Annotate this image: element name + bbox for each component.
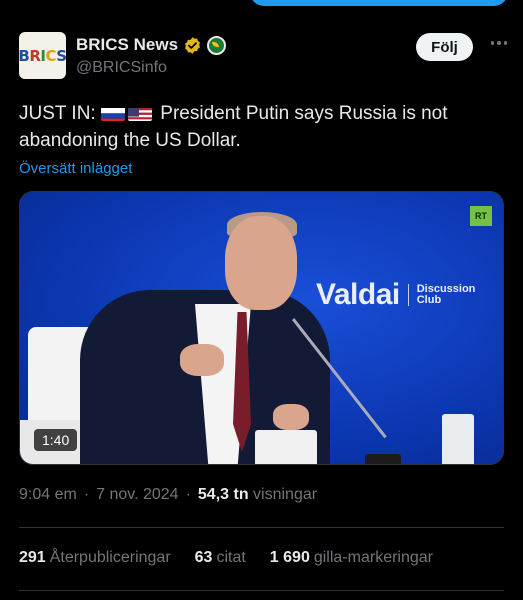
top-action-button[interactable]	[250, 0, 508, 6]
likes-stat[interactable]: 1 690 gilla-markeringar	[270, 549, 433, 567]
avatar[interactable]: BRICS	[19, 32, 66, 79]
more-options-icon[interactable]	[490, 41, 507, 45]
rt-logo-badge: RT	[470, 206, 492, 226]
valdai-logo: Valdai Discussion Club	[316, 278, 476, 311]
affiliation-icon	[207, 35, 227, 55]
avatar-logo: BRICS	[19, 46, 66, 65]
name-row: BRICS News	[76, 35, 227, 55]
video-player[interactable]: Valdai Discussion Club RT 1:40	[19, 191, 504, 465]
views-count[interactable]: 54,3 tn visningar	[198, 486, 317, 504]
reposts-stat[interactable]: 291 Återpubliceringar	[19, 549, 171, 567]
follow-button[interactable]: Följ	[416, 33, 473, 61]
display-name[interactable]: BRICS News	[76, 35, 178, 55]
tweet-time[interactable]: 9:04 em	[19, 486, 77, 504]
divider	[19, 590, 504, 591]
divider	[19, 527, 504, 528]
account-handle[interactable]: @BRICSinfo	[76, 59, 167, 77]
engagement-stats: 291 Återpubliceringar 63 citat 1 690 gilla-…	[19, 549, 433, 567]
verified-badge-icon	[185, 36, 200, 54]
tweet-meta: 9:04 em · 7 nov. 2024 · 54,3 tn visninga…	[19, 486, 318, 504]
quotes-stat[interactable]: 63 citat	[195, 549, 246, 567]
flag-russia-icon	[101, 105, 125, 121]
translate-link[interactable]: Översätt inlägget	[19, 160, 132, 177]
cup	[442, 414, 474, 464]
tweet-text: JUST IN: President Putin says Russia is …	[19, 100, 509, 154]
flag-usa-icon	[128, 105, 152, 121]
video-duration-badge: 1:40	[34, 429, 78, 451]
tweet-prefix: JUST IN:	[19, 103, 96, 124]
tweet-date[interactable]: 7 nov. 2024	[96, 486, 178, 504]
tweet-header: BRICS BRICS News @BRICSinfo Följ	[19, 32, 507, 82]
